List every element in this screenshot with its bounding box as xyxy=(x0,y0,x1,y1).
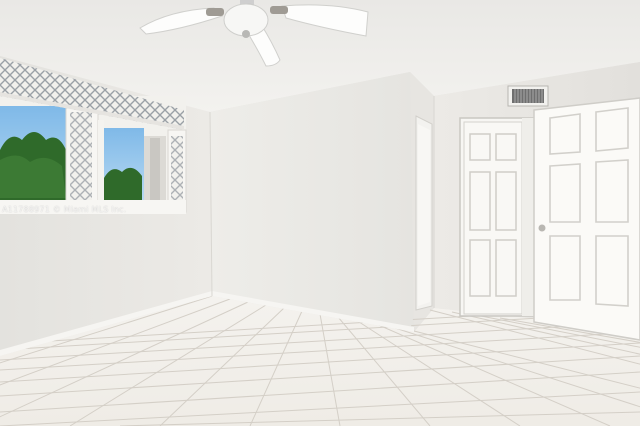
closet-door-right xyxy=(533,97,640,341)
back-wall xyxy=(210,72,414,332)
doorway xyxy=(415,115,433,311)
closet-door-left xyxy=(459,117,537,317)
mls-watermark: A11788971 © Miami MLS Inc. xyxy=(2,205,127,214)
ac-vent xyxy=(507,85,549,107)
trees-right xyxy=(104,167,142,200)
door-knob xyxy=(538,224,546,232)
